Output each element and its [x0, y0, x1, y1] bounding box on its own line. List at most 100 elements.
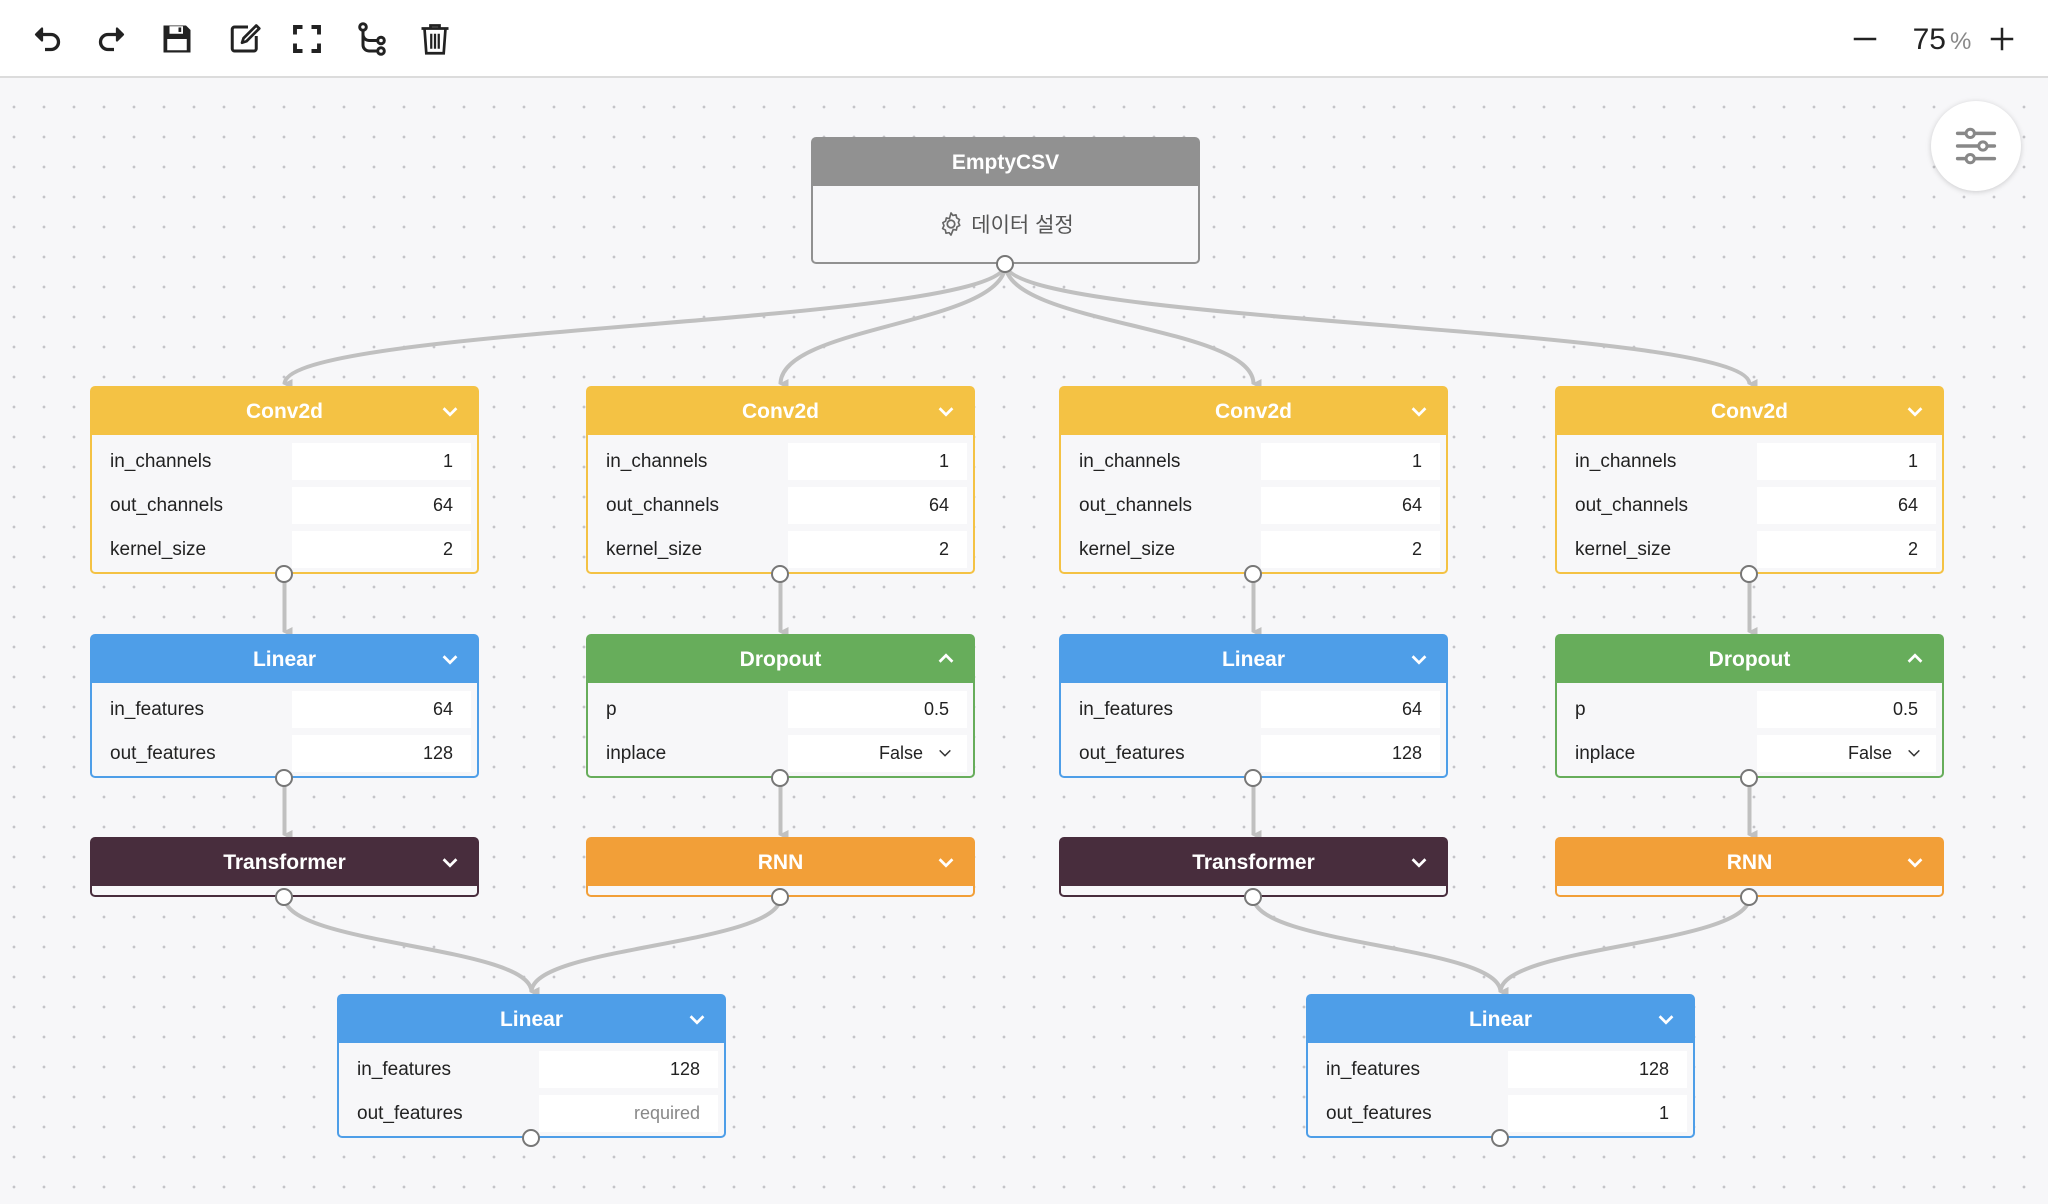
- node-header[interactable]: Linear: [92, 636, 477, 683]
- param-value: 2: [1907, 539, 1918, 559]
- param-input[interactable]: 128: [1508, 1051, 1687, 1088]
- param-input[interactable]: 64: [788, 487, 967, 524]
- node-header[interactable]: RNN: [588, 839, 973, 886]
- node-header[interactable]: Conv2d: [1061, 388, 1446, 435]
- node-header[interactable]: Conv2d: [588, 388, 973, 435]
- param-input[interactable]: required: [539, 1095, 718, 1132]
- param-row-p: p 0.5: [1557, 688, 1942, 732]
- param-input[interactable]: 0.5: [1757, 691, 1936, 728]
- chevron-down-icon[interactable]: [1655, 1008, 1677, 1030]
- param-input[interactable]: 2: [1261, 531, 1440, 568]
- chevron-up-icon[interactable]: [1904, 648, 1926, 670]
- node-dropout[interactable]: Dropout p 0.5 inplace False: [1555, 634, 1944, 787]
- node-header[interactable]: Conv2d: [1557, 388, 1942, 435]
- node-dropout[interactable]: Dropout p 0.5 inplace False: [586, 634, 975, 787]
- param-input[interactable]: 64: [1261, 691, 1440, 728]
- settings-button[interactable]: [1931, 101, 2021, 191]
- trash-icon[interactable]: [415, 19, 455, 59]
- chevron-down-icon[interactable]: [439, 851, 461, 873]
- edit-icon[interactable]: [225, 19, 265, 59]
- output-handle[interactable]: [1740, 565, 1758, 583]
- chevron-down-icon[interactable]: [439, 648, 461, 670]
- node-transformer[interactable]: Transformer: [1059, 837, 1448, 906]
- param-input[interactable]: 1: [788, 443, 967, 480]
- data-settings-button[interactable]: 데이터 설정: [813, 186, 1198, 262]
- zoom-level[interactable]: 75: [1900, 20, 1946, 60]
- node-header[interactable]: Linear: [339, 996, 724, 1043]
- param-input[interactable]: 2: [292, 531, 471, 568]
- param-input[interactable]: 1: [1261, 443, 1440, 480]
- chevron-down-icon[interactable]: [1408, 400, 1430, 422]
- node-header[interactable]: Transformer: [1061, 839, 1446, 886]
- chevron-down-icon[interactable]: [439, 400, 461, 422]
- node-header[interactable]: Linear: [1308, 996, 1693, 1043]
- node-rnn[interactable]: RNN: [1555, 837, 1944, 906]
- param-input[interactable]: 64: [292, 487, 471, 524]
- node-transformer[interactable]: Transformer: [90, 837, 479, 906]
- chevron-down-icon[interactable]: [1408, 648, 1430, 670]
- param-input[interactable]: 1: [1508, 1095, 1687, 1132]
- fullscreen-icon[interactable]: [287, 19, 327, 59]
- node-header[interactable]: Transformer: [92, 839, 477, 886]
- param-select[interactable]: False: [1757, 735, 1936, 772]
- undo-icon[interactable]: [28, 19, 68, 59]
- chevron-down-icon[interactable]: [686, 1008, 708, 1030]
- output-handle[interactable]: [1740, 769, 1758, 787]
- node-conv2d[interactable]: Conv2d in_channels 1 out_channels 64 ker…: [1059, 386, 1448, 583]
- param-input[interactable]: 64: [1261, 487, 1440, 524]
- param-input[interactable]: 2: [788, 531, 967, 568]
- flow-branch-icon[interactable]: [352, 19, 392, 59]
- param-value: 128: [1638, 1059, 1669, 1079]
- param-input[interactable]: 1: [1757, 443, 1936, 480]
- node-header[interactable]: Dropout: [588, 636, 973, 683]
- save-icon[interactable]: [157, 19, 197, 59]
- param-input[interactable]: 0.5: [788, 691, 967, 728]
- param-input[interactable]: 128: [539, 1051, 718, 1088]
- node-linear[interactable]: Linear in_features 128 out_features requ…: [337, 994, 726, 1147]
- node-header[interactable]: Conv2d: [92, 388, 477, 435]
- output-handle[interactable]: [522, 1129, 540, 1147]
- chevron-down-icon[interactable]: [1904, 851, 1926, 873]
- param-input[interactable]: 128: [1261, 735, 1440, 772]
- output-handle[interactable]: [1244, 888, 1262, 906]
- zoom-in-button[interactable]: [1982, 19, 2022, 59]
- output-handle[interactable]: [771, 565, 789, 583]
- param-label: kernel_size: [1079, 539, 1176, 560]
- param-input[interactable]: 1: [292, 443, 471, 480]
- param-input[interactable]: 64: [292, 691, 471, 728]
- chevron-up-icon[interactable]: [935, 648, 957, 670]
- zoom-out-button[interactable]: [1845, 19, 1885, 59]
- output-handle[interactable]: [1740, 888, 1758, 906]
- node-emptycsv[interactable]: EmptyCSV 데이터 설정: [811, 137, 1200, 273]
- output-handle[interactable]: [275, 565, 293, 583]
- chevron-down-icon[interactable]: [935, 851, 957, 873]
- node-linear[interactable]: Linear in_features 64 out_features 128: [1059, 634, 1448, 787]
- output-handle[interactable]: [771, 769, 789, 787]
- node-header[interactable]: RNN: [1557, 839, 1942, 886]
- node-header[interactable]: EmptyCSV: [813, 139, 1198, 186]
- node-conv2d[interactable]: Conv2d in_channels 1 out_channels 64 ker…: [90, 386, 479, 583]
- node-conv2d[interactable]: Conv2d in_channels 1 out_channels 64 ker…: [586, 386, 975, 583]
- chevron-down-icon[interactable]: [935, 400, 957, 422]
- param-label: out_channels: [1079, 495, 1193, 516]
- output-handle[interactable]: [275, 888, 293, 906]
- output-handle[interactable]: [771, 888, 789, 906]
- param-input[interactable]: 128: [292, 735, 471, 772]
- node-header[interactable]: Linear: [1061, 636, 1446, 683]
- output-handle[interactable]: [1491, 1129, 1509, 1147]
- output-handle[interactable]: [1244, 769, 1262, 787]
- output-handle[interactable]: [996, 255, 1014, 273]
- redo-icon[interactable]: [91, 19, 131, 59]
- chevron-down-icon[interactable]: [1408, 851, 1430, 873]
- node-conv2d[interactable]: Conv2d in_channels 1 out_channels 64 ker…: [1555, 386, 1944, 583]
- node-rnn[interactable]: RNN: [586, 837, 975, 906]
- param-select[interactable]: False: [788, 735, 967, 772]
- node-header[interactable]: Dropout: [1557, 636, 1942, 683]
- node-linear[interactable]: Linear in_features 128 out_features 1: [1306, 994, 1695, 1147]
- output-handle[interactable]: [1244, 565, 1262, 583]
- param-input[interactable]: 2: [1757, 531, 1936, 568]
- output-handle[interactable]: [275, 769, 293, 787]
- node-linear[interactable]: Linear in_features 64 out_features 128: [90, 634, 479, 787]
- param-input[interactable]: 64: [1757, 487, 1936, 524]
- chevron-down-icon[interactable]: [1904, 400, 1926, 422]
